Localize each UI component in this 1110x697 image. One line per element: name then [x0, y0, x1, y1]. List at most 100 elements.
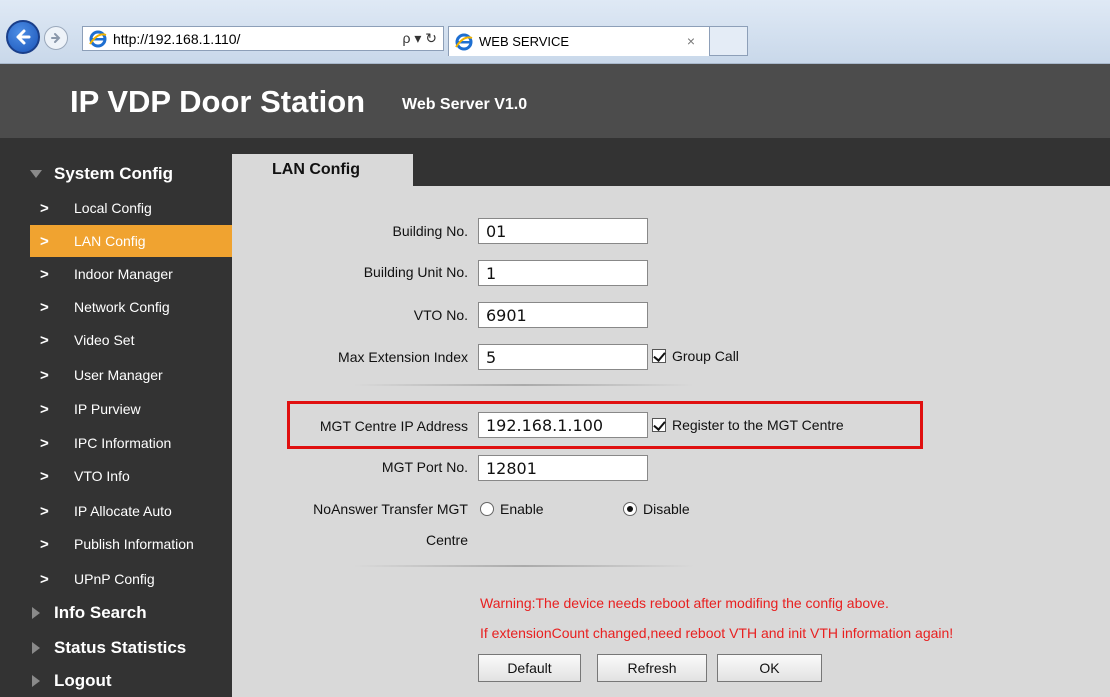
sidebar-item-vto-info[interactable]: > VTO Info	[30, 460, 232, 492]
register-mgt-checkbox[interactable]: Register to the MGT Centre	[652, 417, 844, 433]
tab-label: LAN Config	[272, 161, 360, 178]
chevron-right-icon: >	[40, 266, 49, 283]
app-subtitle: Web Server V1.0	[402, 96, 528, 113]
content-top-bar	[413, 154, 1110, 186]
building-unit-no-field[interactable]: 1	[478, 260, 648, 286]
tab-lan-config[interactable]: LAN Config	[232, 154, 413, 186]
sidebar-item-label: LAN Config	[74, 233, 146, 249]
sidebar-item-upnp-config[interactable]: > UPnP Config	[30, 563, 232, 595]
vto-no-label: VTO No.	[413, 307, 468, 323]
sidebar-item-local-config[interactable]: > Local Config	[30, 192, 232, 224]
sidebar-item-label: Local Config	[74, 200, 152, 216]
chevron-right-icon: >	[40, 200, 49, 217]
chevron-right-icon: >	[40, 332, 49, 349]
section-divider	[354, 384, 694, 386]
sidebar-item-label: IP Allocate Auto	[74, 503, 172, 519]
sidebar-item-video-set[interactable]: > Video Set	[30, 324, 232, 356]
mgt-port-field[interactable]: 12801	[478, 455, 648, 481]
address-controls[interactable]: ρ ▾ ↻	[402, 30, 437, 47]
sidebar-item-lan-config[interactable]: > LAN Config	[30, 225, 232, 257]
chevron-right-icon: >	[40, 503, 49, 520]
sidebar-item-label: User Manager	[74, 367, 163, 383]
close-tab-icon[interactable]: ×	[687, 33, 695, 49]
warning-text: If extensionCount changed,need reboot VT…	[480, 625, 954, 641]
sidebar-item-ip-allocate-auto[interactable]: > IP Allocate Auto	[30, 495, 232, 527]
noanswer-transfer-label: NoAnswer Transfer MGT	[313, 501, 468, 517]
address-bar[interactable]: http://192.168.1.110/ ρ ▾ ↻	[82, 26, 444, 51]
arrow-right-icon	[51, 33, 61, 43]
chevron-right-icon: >	[40, 468, 49, 485]
group-call-checkbox[interactable]: Group Call	[652, 348, 739, 364]
sidebar-item-ip-purview[interactable]: > IP Purview	[30, 393, 232, 425]
max-extension-index-field[interactable]: 5	[478, 344, 648, 370]
sidebar-section-system-config[interactable]: System Config	[0, 158, 232, 190]
chevron-right-icon: >	[40, 536, 49, 553]
radio-selected-icon	[623, 502, 637, 516]
mgt-ip-field[interactable]: 192.168.1.100	[478, 412, 648, 438]
section-label: System Config	[54, 164, 174, 183]
mgt-ip-label: MGT Centre IP Address	[319, 418, 468, 434]
radio-empty-icon	[480, 502, 494, 516]
ie-icon	[89, 30, 107, 47]
sidebar-item-label: IPC Information	[74, 435, 172, 451]
section-label: Status Statistics	[54, 638, 187, 657]
chevron-right-icon: >	[40, 571, 49, 588]
disable-radio[interactable]: Disable	[623, 501, 690, 517]
new-tab-button[interactable]	[710, 26, 748, 56]
back-button[interactable]	[6, 20, 40, 54]
caret-right-icon	[32, 675, 40, 687]
sidebar-item-network-config[interactable]: > Network Config	[30, 291, 232, 323]
building-no-field[interactable]: 01	[478, 218, 648, 244]
register-mgt-label: Register to the MGT Centre	[672, 417, 844, 433]
sidebar-item-label: IP Purview	[74, 401, 141, 417]
building-unit-no-label: Building Unit No.	[363, 264, 468, 280]
sidebar-item-ipc-information[interactable]: > IPC Information	[30, 427, 232, 459]
tab-title: WEB SERVICE	[479, 34, 570, 49]
app-header: IP VDP Door Station Web Server V1.0	[0, 64, 1110, 138]
caret-right-icon	[32, 607, 40, 619]
app-title: IP VDP Door Station	[70, 84, 366, 119]
refresh-button[interactable]: Refresh	[597, 654, 707, 682]
enable-radio[interactable]: Enable	[480, 501, 544, 517]
ie-tab-icon	[455, 33, 473, 50]
ok-button[interactable]: OK	[717, 654, 822, 682]
caret-down-icon	[30, 170, 42, 178]
mgt-port-label: MGT Port No.	[381, 459, 468, 475]
chevron-right-icon: >	[40, 367, 49, 384]
caret-right-icon	[32, 642, 40, 654]
noanswer-transfer-label-cont: Centre	[425, 532, 468, 548]
section-label: Info Search	[54, 603, 147, 622]
sidebar-item-label: Network Config	[74, 299, 170, 315]
sidebar-item-label: Publish Information	[74, 536, 194, 552]
arrow-left-icon	[16, 29, 31, 45]
sidebar-item-label: Video Set	[74, 332, 135, 348]
sidebar-section-logout[interactable]: Logout	[0, 665, 232, 697]
sidebar: System Config > Local Config > LAN Confi…	[0, 154, 232, 697]
section-divider	[354, 565, 694, 567]
sidebar-section-status-statistics[interactable]: Status Statistics	[0, 632, 232, 664]
group-call-label: Group Call	[672, 348, 739, 364]
sidebar-item-publish-information[interactable]: > Publish Information	[30, 528, 232, 560]
warning-text: Warning:The device needs reboot after mo…	[480, 595, 889, 611]
max-extension-index-label: Max Extension Index	[338, 349, 468, 365]
sidebar-item-label: VTO Info	[74, 468, 130, 484]
building-no-label: Building No.	[392, 223, 469, 239]
checkbox-checked-icon	[652, 418, 666, 432]
chevron-right-icon: >	[40, 299, 49, 316]
chevron-right-icon: >	[40, 435, 49, 452]
sidebar-section-info-search[interactable]: Info Search	[0, 597, 232, 629]
address-url: http://192.168.1.110/	[113, 30, 241, 47]
section-label: Logout	[54, 671, 112, 690]
chevron-right-icon: >	[40, 401, 49, 418]
default-button[interactable]: Default	[478, 654, 581, 682]
checkbox-checked-icon	[652, 349, 666, 363]
chevron-right-icon: >	[40, 233, 49, 250]
sidebar-item-user-manager[interactable]: > User Manager	[30, 359, 232, 391]
vto-no-field[interactable]: 6901	[478, 302, 648, 328]
browser-toolbar: http://192.168.1.110/ ρ ▾ ↻ WEB SERVICE …	[0, 0, 1110, 64]
main-content: LAN Config Building No. 01 Building Unit…	[232, 154, 1110, 697]
forward-button[interactable]	[44, 26, 68, 50]
browser-tab[interactable]: WEB SERVICE ×	[448, 26, 710, 56]
sidebar-item-indoor-manager[interactable]: > Indoor Manager	[30, 258, 232, 290]
enable-label: Enable	[500, 501, 544, 517]
